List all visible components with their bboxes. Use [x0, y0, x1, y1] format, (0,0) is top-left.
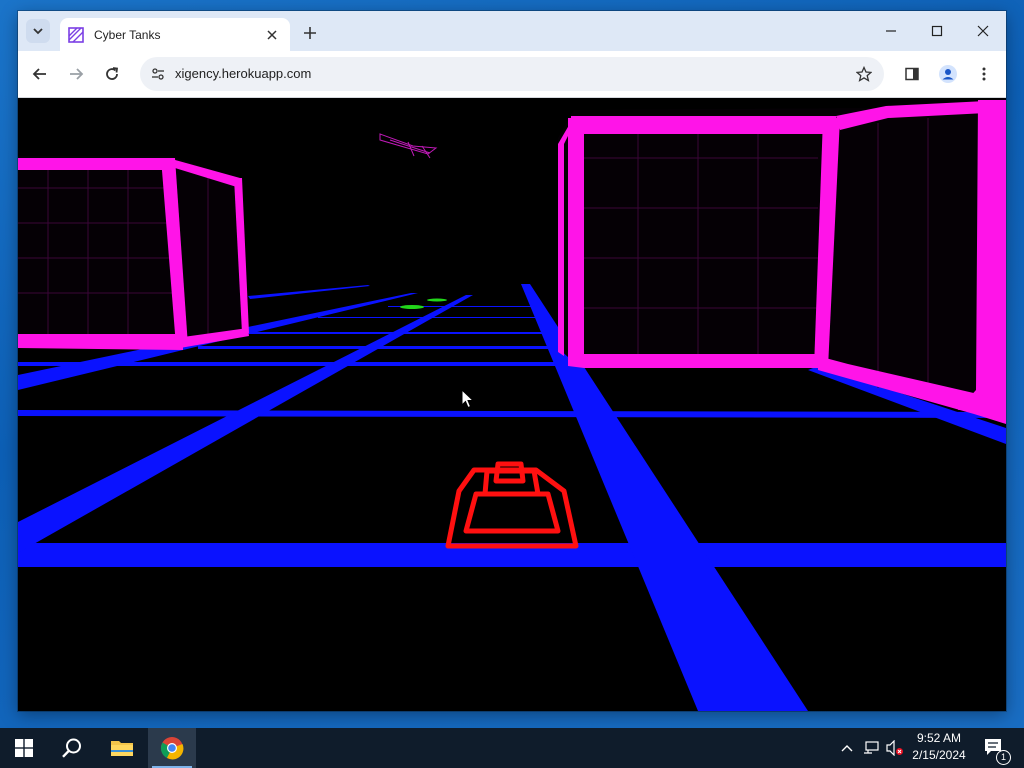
side-panel-button[interactable]	[900, 62, 924, 86]
left-cube	[18, 156, 249, 350]
back-button[interactable]	[28, 62, 52, 86]
maximize-button[interactable]	[914, 11, 960, 51]
side-panel-icon	[905, 67, 919, 81]
search-icon	[62, 738, 81, 758]
site-info-button[interactable]	[148, 64, 168, 84]
reload-icon	[106, 67, 119, 80]
reload-button[interactable]	[100, 62, 124, 86]
clock-time: 9:52 AM	[916, 731, 962, 745]
chevron-up-icon	[841, 745, 853, 752]
profile-button[interactable]	[936, 62, 960, 86]
mouse-cursor-icon	[461, 389, 475, 409]
enemy-marker	[400, 305, 424, 309]
address-bar[interactable]: xigency.herokuapp.com	[140, 57, 884, 91]
maximize-icon	[931, 25, 943, 37]
tune-icon	[152, 68, 164, 80]
forward-button[interactable]	[64, 62, 88, 86]
browser-window: Cyber Tanks xigency.herokuapp.com	[18, 11, 1006, 711]
network-icon	[864, 741, 879, 754]
close-icon	[267, 29, 277, 40]
close-icon	[977, 25, 989, 37]
windows-start-icon	[15, 739, 33, 757]
enemy-marker	[427, 298, 447, 302]
minimize-button[interactable]	[868, 11, 914, 51]
url-text: xigency.herokuapp.com	[175, 66, 312, 81]
chrome-taskbar-button[interactable]	[148, 728, 196, 768]
tab-strip: Cyber Tanks	[18, 11, 1006, 51]
network-button[interactable]	[860, 728, 882, 768]
notifications-button[interactable]: 1	[980, 728, 1011, 768]
minimize-icon	[886, 30, 896, 32]
arrow-right-icon	[70, 68, 84, 80]
clock-date: 2/15/2024	[912, 748, 966, 762]
cyber-tanks-favicon-icon	[68, 26, 84, 43]
taskbar: 9:52 AM 2/15/2024 1	[0, 728, 1024, 768]
new-tab-button[interactable]	[298, 21, 322, 45]
tab-title: Cyber Tanks	[94, 27, 161, 42]
more-vert-icon	[982, 67, 986, 81]
avatar-icon	[939, 65, 957, 83]
chrome-icon	[160, 737, 184, 760]
start-button[interactable]	[0, 728, 48, 768]
plus-icon	[304, 27, 316, 39]
close-window-button[interactable]	[960, 11, 1006, 51]
game-canvas[interactable]	[18, 98, 1006, 711]
notification-count-badge: 1	[996, 750, 1011, 765]
browser-menu-button[interactable]	[972, 62, 996, 86]
game-scene	[18, 98, 1006, 711]
star-icon	[856, 66, 872, 82]
tab-close-button[interactable]	[262, 25, 282, 45]
file-explorer-icon	[111, 741, 133, 756]
file-explorer-button[interactable]	[98, 728, 146, 768]
chevron-down-icon	[33, 28, 43, 35]
tab-search-button[interactable]	[26, 19, 50, 43]
search-button[interactable]	[48, 728, 96, 768]
bookmark-star-button[interactable]	[854, 64, 874, 84]
clock[interactable]: 9:52 AM 2/15/2024	[902, 730, 976, 766]
show-hidden-icons-button[interactable]	[836, 728, 858, 768]
browser-toolbar: xigency.herokuapp.com	[18, 51, 1006, 98]
tab-cyber-tanks[interactable]: Cyber Tanks	[60, 18, 290, 51]
arrow-left-icon	[32, 68, 46, 80]
